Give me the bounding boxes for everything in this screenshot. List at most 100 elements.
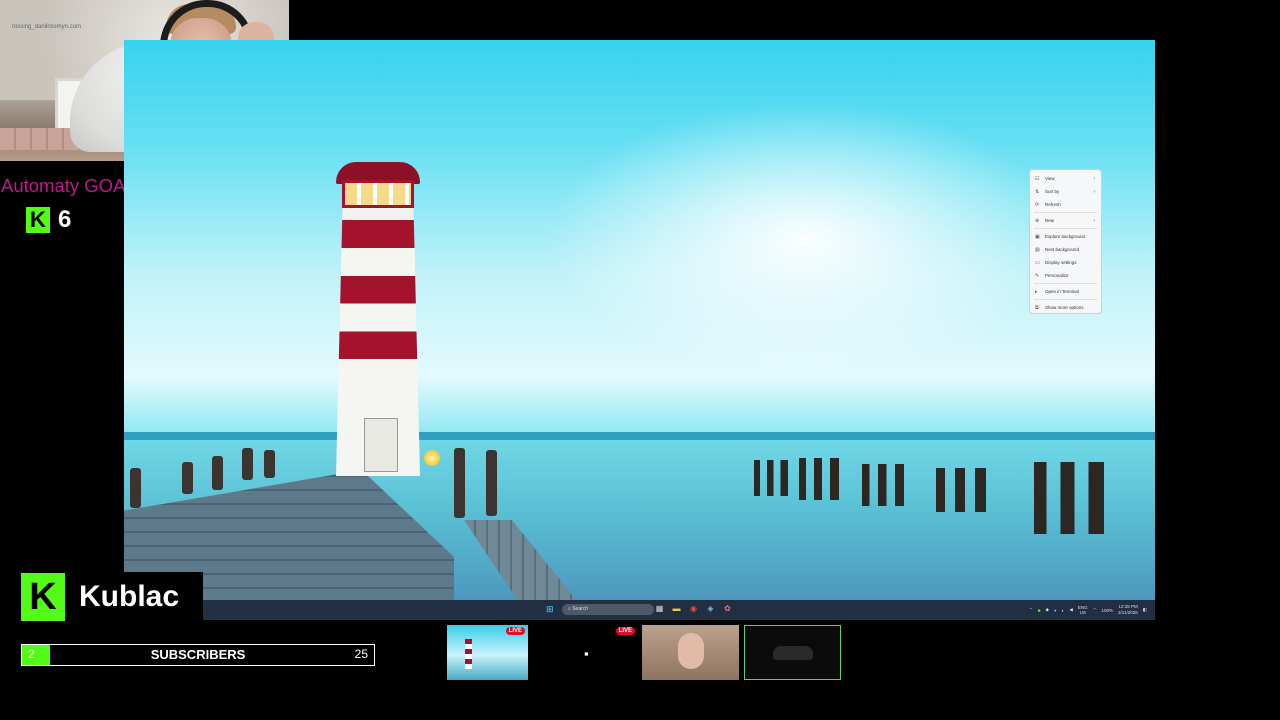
context-menu-item[interactable]: ⟳ Refresh [1030, 198, 1101, 211]
taskbar-search[interactable]: ⌕ Search [562, 604, 654, 615]
context-menu-item[interactable]: ⇅ Sort by › [1030, 185, 1101, 198]
view-icon: ☷ [1035, 175, 1040, 182]
kick-logo-icon: K [21, 573, 65, 621]
lighthouse-thumbnail [465, 639, 472, 669]
chevron-up-icon[interactable]: ⌃ [1029, 607, 1033, 613]
context-menu-label: Sort by [1045, 189, 1060, 194]
monitor-icon: ▪ [584, 646, 589, 661]
explore-background-icon: ▣ [1035, 233, 1040, 240]
tray-app-icon[interactable]: ● [1054, 608, 1057, 613]
sort-icon: ⇅ [1035, 188, 1040, 195]
menu-separator [1034, 228, 1097, 229]
chrome-icon[interactable]: ◉ [689, 604, 698, 613]
top-donation: K 6 [26, 206, 71, 234]
context-menu-label: New [1045, 218, 1055, 223]
taskbar: ⊞ ⌕ Search ▦ ▬ ◉ ◈ ✿ ⌃ ■ ◆ ● ◐ ◀ ENG US … [124, 600, 1155, 620]
context-menu-label: Refresh [1045, 202, 1061, 207]
new-icon: ⊕ [1035, 217, 1040, 224]
context-menu-item[interactable]: ⧉ Show more options [1030, 301, 1101, 314]
subscriber-goal-target: 25 [354, 647, 368, 661]
horizon [124, 432, 1155, 440]
battery-level[interactable]: 100% [1102, 608, 1114, 613]
wifi-icon[interactable]: ◠ [1093, 607, 1097, 613]
context-menu-item[interactable]: ▣ Explore background [1030, 230, 1101, 243]
language-indicator[interactable]: ENG US [1078, 605, 1088, 615]
tray-app-icon[interactable]: ◆ [1045, 607, 1048, 613]
live-badge: LIVE [615, 627, 635, 635]
refresh-icon: ⟳ [1035, 201, 1040, 208]
lighthouse-lantern [342, 180, 414, 208]
channel-name: Kublac [79, 580, 180, 613]
steam-icon[interactable]: ◈ [706, 604, 715, 613]
context-menu-item[interactable]: ▤ Next background [1030, 243, 1101, 256]
source-thumbnail-desktop[interactable]: LIVE [447, 625, 528, 680]
menu-separator [1034, 299, 1097, 300]
desktop-context-menu: ☷ View › ⇅ Sort by › ⟳ Refresh ⊕ New › ▣ Explore bac… [1029, 169, 1102, 314]
start-icon[interactable]: ⊞ [546, 604, 556, 614]
context-menu-label: View [1045, 176, 1055, 181]
more-options-icon: ⧉ [1035, 304, 1039, 311]
mooring-post [182, 462, 193, 494]
top-donation-amount: 6 [58, 206, 72, 233]
mooring-post [212, 456, 223, 490]
system-tray: ⌃ ■ ◆ ● ◐ ◀ ENG US ◠ 100% 12:38 PM 2/11/… [1029, 602, 1147, 618]
context-menu-label: Personalize [1045, 273, 1069, 278]
display-settings-icon: ▭ [1035, 259, 1040, 266]
channel-badge: K Kublac [21, 572, 203, 622]
notification-icon[interactable]: ◧ [1143, 607, 1147, 613]
wooden-pile [862, 464, 904, 506]
clock[interactable]: 12:38 PM 2/11/2026 [1118, 604, 1138, 616]
wooden-pile [936, 468, 986, 512]
context-menu-item[interactable]: ☷ View › [1030, 172, 1101, 185]
car-thumbnail [773, 646, 813, 660]
context-menu-item[interactable]: ⊕ New › [1030, 214, 1101, 227]
subscriber-goal-label: SUBSCRIBERS [150, 647, 246, 662]
lighthouse-door [364, 418, 398, 472]
context-menu-label: Next background [1045, 247, 1080, 252]
mooring-post [130, 468, 141, 508]
subscriber-goal-bar: 2 SUBSCRIBERS 25 [21, 644, 375, 666]
webcam-watermark: rossing_danilrissmyn.com [12, 24, 82, 30]
chevron-right-icon: › [1093, 217, 1095, 224]
file-explorer-icon[interactable]: ▬ [672, 604, 681, 613]
context-menu-label: Open in Terminal [1045, 289, 1079, 294]
tray-app-icon[interactable]: ■ [1038, 608, 1041, 613]
chevron-right-icon: › [1093, 188, 1095, 195]
search-placeholder: Search [572, 606, 589, 612]
camera-face [678, 633, 704, 669]
pier-lamp [424, 450, 440, 466]
clock-time: 12:38 PM [1118, 604, 1138, 609]
next-background-icon: ▤ [1035, 246, 1040, 253]
wooden-pile [1034, 462, 1104, 534]
app-icon[interactable]: ✿ [723, 604, 732, 613]
task-view-icon[interactable]: ▦ [655, 604, 664, 613]
kick-logo-icon: K [26, 207, 50, 233]
source-thumbnail-screen[interactable]: ▪ LIVE [540, 625, 638, 680]
live-badge: LIVE [505, 627, 525, 635]
clock-date: 2/11/2026 [1118, 610, 1138, 615]
tray-app-icon[interactable]: ◐ [1062, 608, 1065, 613]
terminal-icon: ▸ [1035, 288, 1038, 295]
chevron-right-icon: › [1093, 175, 1095, 182]
context-menu-item[interactable]: ✎ Personalize [1030, 269, 1101, 282]
context-menu-label: Show more options [1045, 305, 1084, 310]
mooring-post [454, 448, 465, 518]
speaker-icon[interactable]: ◀ [1069, 607, 1072, 613]
mooring-post [264, 450, 275, 478]
lang-bottom: US [1079, 610, 1086, 615]
context-menu-item[interactable]: ▭ Display settings [1030, 256, 1101, 269]
mooring-post [242, 448, 253, 480]
menu-separator [1034, 212, 1097, 213]
context-menu-label: Display settings [1045, 260, 1077, 265]
sky-glow [544, 100, 1064, 380]
menu-separator [1034, 283, 1097, 284]
wooden-pile [754, 460, 788, 496]
source-thumbnail-camera[interactable] [642, 625, 739, 680]
context-menu-item[interactable]: ▸ Open in Terminal [1030, 285, 1101, 298]
personalize-icon: ✎ [1035, 272, 1040, 279]
source-thumbnail-car[interactable] [744, 625, 841, 680]
context-menu-label: Explore background [1045, 234, 1086, 239]
mooring-post [486, 450, 497, 516]
wooden-pile [799, 458, 839, 500]
desktop-wallpaper[interactable] [124, 40, 1155, 620]
